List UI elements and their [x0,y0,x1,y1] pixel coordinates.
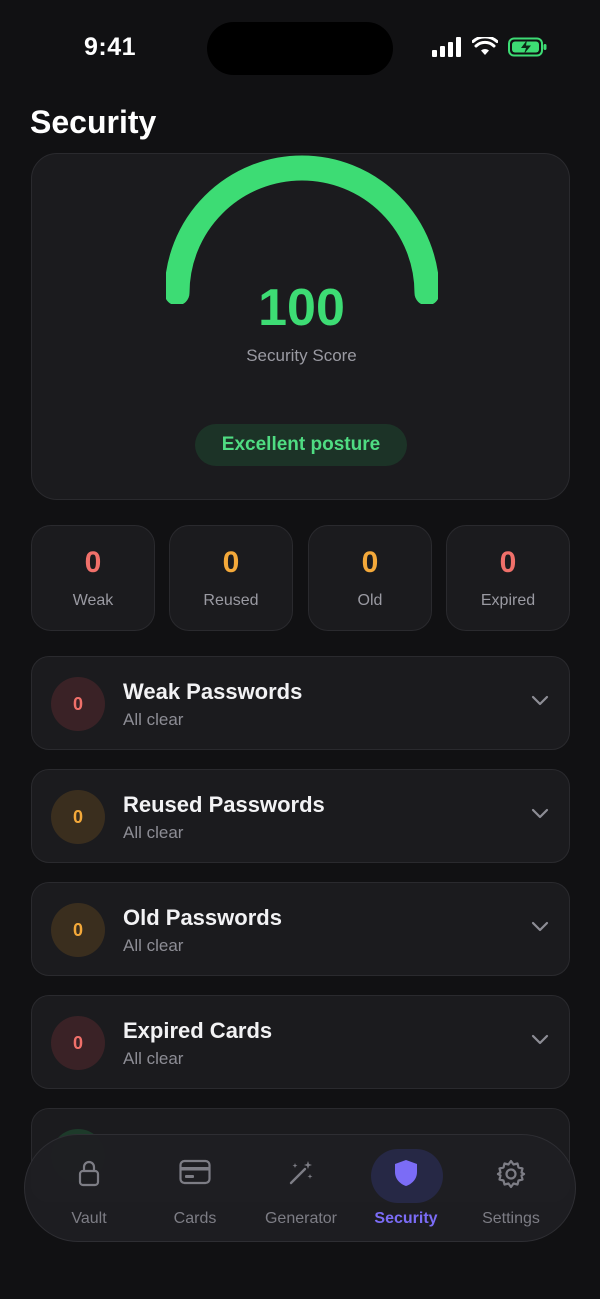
stat-reused-value: 0 [222,546,240,579]
chevron-down-icon[interactable] [531,921,549,933]
issue-count-badge: 0 [51,677,105,731]
stat-old-value: 0 [361,546,379,579]
stat-weak-label: Weak [72,592,114,609]
status-bar: 9:41 [0,0,600,96]
gear-icon [496,1159,526,1189]
issue-title: Old Passwords [123,905,282,930]
signal-icon [432,37,461,57]
issue-row-weak-passwords[interactable]: 0 Weak Passwords All clear [31,656,570,750]
issue-subtitle: All clear [123,710,184,729]
issue-count-badge: 0 [51,1016,105,1070]
issue-row-reused-passwords[interactable]: 0 Reused Passwords All clear [31,769,570,863]
issue-title: Reused Passwords [123,792,325,817]
stat-reused-label: Reused [203,592,259,609]
tab-settings[interactable]: Settings [461,1135,561,1243]
tab-cards[interactable]: Cards [145,1135,245,1243]
issue-row-expired-cards[interactable]: 0 Expired Cards All clear [31,995,570,1089]
tab-label: Vault [71,1210,107,1227]
page-title: Security [30,104,157,140]
stat-reused[interactable]: 0 Reused [169,525,293,631]
issue-count-badge: 0 [51,903,105,957]
tab-bar: Vault Cards Generator Security Settings [24,1134,576,1242]
tab-label: Cards [173,1210,217,1227]
magic-wand-icon [289,1161,313,1185]
issue-row-old-passwords[interactable]: 0 Old Passwords All clear [31,882,570,976]
wifi-icon [472,37,498,55]
issue-subtitle: All clear [123,936,184,955]
tab-vault[interactable]: Vault [39,1135,139,1243]
score-label: Security Score [246,346,357,365]
issue-subtitle: All clear [123,823,184,842]
security-score-card: 100 Security Score Excellent posture [31,153,570,500]
tab-label: Settings [482,1210,540,1227]
status-time: 9:41 [84,33,137,61]
stat-expired[interactable]: 0 Expired [446,525,570,631]
battery-icon [508,37,547,57]
issue-title: Expired Cards [123,1018,273,1043]
score-value: 100 [258,279,345,337]
stat-expired-label: Expired [480,592,536,609]
tab-label: Security [374,1210,438,1227]
chevron-down-icon[interactable] [531,1034,549,1046]
tab-generator[interactable]: Generator [251,1135,351,1243]
status-icons [432,37,548,57]
issue-count-badge: 0 [51,790,105,844]
stat-weak-value: 0 [84,546,102,579]
lock-icon [78,1160,100,1187]
tab-security[interactable]: Security [356,1135,456,1243]
card-icon [179,1159,211,1185]
posture-badge: Excellent posture [195,424,407,466]
chevron-down-icon[interactable] [531,808,549,820]
shield-icon [395,1160,417,1186]
dynamic-island [207,22,393,75]
chevron-down-icon[interactable] [531,695,549,707]
issue-subtitle: All clear [123,1049,184,1068]
stat-old-label: Old [357,592,383,609]
issue-title: Weak Passwords [123,679,303,704]
tab-label: Generator [264,1210,338,1227]
stat-old[interactable]: 0 Old [308,525,432,631]
stat-expired-value: 0 [499,546,517,579]
stat-weak[interactable]: 0 Weak [31,525,155,631]
